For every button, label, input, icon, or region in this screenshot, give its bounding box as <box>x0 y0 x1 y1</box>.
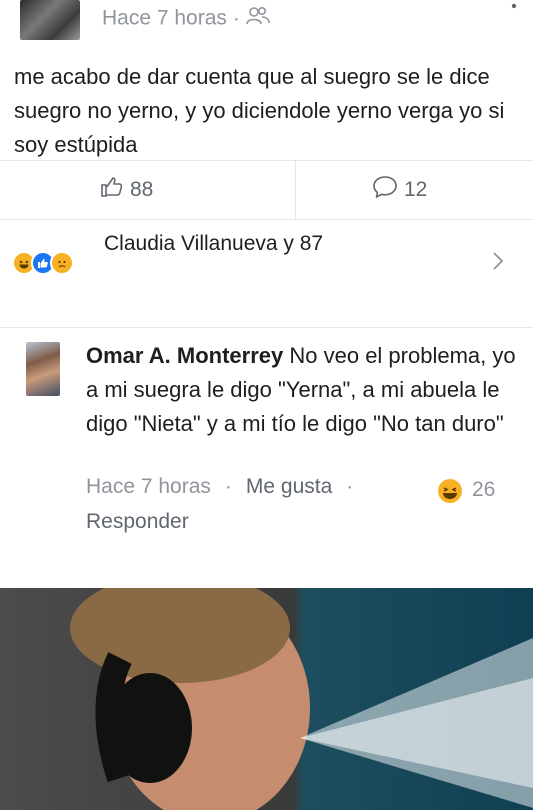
comment-like-link[interactable]: Me gusta <box>246 475 332 499</box>
thumbs-up-icon <box>100 176 124 204</box>
post-meta: Hace 7 horas · <box>102 6 270 32</box>
like-count: 88 <box>130 178 154 201</box>
commenter-avatar[interactable] <box>26 342 60 396</box>
sad-reaction-icon <box>50 251 74 275</box>
more-options-icon[interactable] <box>511 0 517 10</box>
like-button[interactable]: 88 <box>100 175 153 205</box>
post-text: me acabo de dar cuenta que al suegro se … <box>14 64 505 157</box>
reactors-summary-text: Claudia Villanueva y 87 <box>104 232 324 255</box>
post-timestamp[interactable]: Hace 7 horas <box>102 7 227 30</box>
post-header: Hace 7 horas · <box>0 0 533 44</box>
post-action-bar: 88 12 <box>0 160 533 220</box>
comment-body: Omar A. Monterrey No veo el problema, yo… <box>86 339 516 441</box>
reaction-icons <box>12 251 74 275</box>
comment-button[interactable]: 12 <box>372 175 427 205</box>
comment: Omar A. Monterrey No veo el problema, yo… <box>0 328 533 586</box>
meta-separator: · <box>232 6 240 30</box>
meme-photo <box>0 588 533 810</box>
comment-reaction-count: 26 <box>472 478 496 501</box>
reply-button[interactable]: Responder <box>86 510 189 534</box>
comment-count: 12 <box>404 178 428 201</box>
comment-bubble-icon <box>372 175 398 205</box>
comment-timestamp[interactable]: Hace 7 horas <box>86 475 211 499</box>
friends-icon <box>246 6 270 32</box>
meta-separator: · <box>224 475 232 498</box>
comment-author[interactable]: Omar A. Monterrey <box>86 343 283 368</box>
chevron-right-icon[interactable] <box>490 249 506 273</box>
poster-avatar[interactable] <box>20 0 80 40</box>
haha-reaction-icon <box>438 479 462 503</box>
reactions-summary[interactable]: Claudia Villanueva y 87 <box>0 219 533 328</box>
action-divider <box>295 161 296 219</box>
meta-separator: · <box>346 475 354 498</box>
